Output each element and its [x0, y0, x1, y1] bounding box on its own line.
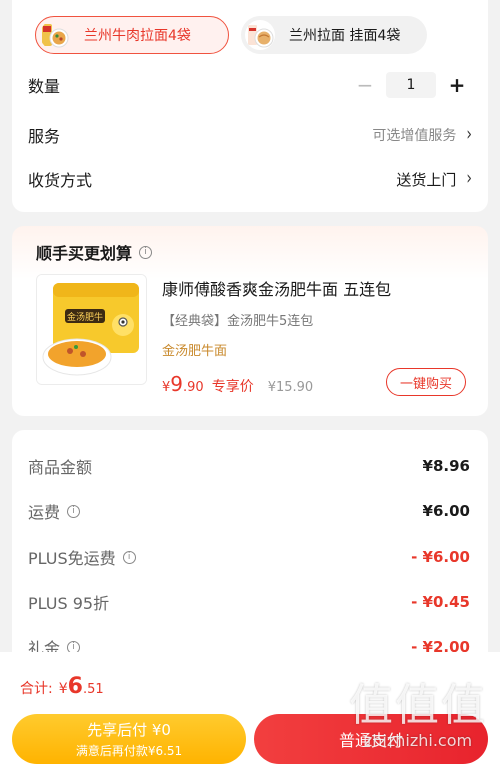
- fee-value: - ¥6.00: [411, 548, 470, 566]
- product-image[interactable]: 金汤肥牛: [36, 274, 147, 385]
- service-row[interactable]: 服务 可选增值服务 ›: [28, 123, 472, 147]
- options-card: 兰州牛肉拉面4袋 兰州拉面 挂面4袋 数量 − 1 + 服务 可选增值服务 ›: [12, 0, 488, 212]
- quantity-value[interactable]: 1: [386, 72, 436, 98]
- quantity-row: 数量 − 1 +: [28, 70, 472, 100]
- delivery-value: 送货上门: [396, 170, 457, 189]
- fee-row: PLUS免运费 i - ¥6.00: [28, 545, 470, 569]
- product-subtitle: 【经典袋】金汤肥牛5连包: [162, 314, 314, 329]
- variant-chip-beef-noodle[interactable]: 兰州牛肉拉面4袋: [35, 16, 229, 54]
- total-currency: ¥: [58, 681, 68, 697]
- watermark-url: zhizhizhi.com: [363, 731, 473, 750]
- fee-label: 商品金额: [28, 458, 93, 477]
- quantity-label: 数量: [28, 77, 61, 96]
- price-tag: 专享价: [211, 379, 254, 395]
- pay-later-label: 先享后付 ¥0: [87, 721, 171, 739]
- plus-button[interactable]: +: [442, 75, 472, 95]
- info-icon[interactable]: i: [122, 550, 136, 564]
- fee-row: PLUS 95折 - ¥0.45: [28, 590, 470, 614]
- fee-label: PLUS免运费: [28, 549, 116, 568]
- original-price: ¥15.90: [267, 380, 314, 395]
- chevron-right-icon: ›: [466, 168, 472, 190]
- section-title: 顺手买更划算 i: [36, 240, 153, 264]
- price-currency: ¥: [162, 380, 171, 395]
- total-decimal: .51: [82, 682, 104, 697]
- variant-label: 兰州牛肉拉面4袋: [84, 28, 191, 44]
- pay-later-button[interactable]: 先享后付 ¥0 满意后再付款¥6.51: [12, 714, 246, 764]
- fee-row: 运费 i ¥6.00: [28, 499, 470, 523]
- fee-value: ¥8.96: [422, 457, 470, 475]
- bundle-card: 顺手买更划算 i 金汤肥牛 康师傅酸香爽金汤肥牛面 五连包 【经典袋】金汤肥牛5…: [12, 226, 488, 416]
- package-text: 金汤肥牛: [67, 311, 103, 323]
- delivery-row[interactable]: 收货方式 送货上门 ›: [28, 167, 472, 191]
- quantity-stepper: − 1 +: [350, 72, 472, 98]
- product-variant: 金汤肥牛面: [162, 344, 228, 359]
- one-click-buy-button[interactable]: 一键购买: [386, 368, 466, 396]
- total-label: 合计:: [20, 681, 53, 697]
- variant-thumb-image: [245, 20, 275, 50]
- order-total: 合计: ¥ 6 .51: [20, 674, 104, 699]
- minus-button[interactable]: −: [350, 75, 380, 95]
- fee-card: 商品金额 ¥8.96 运费 i ¥6.00 PLUS免运费 i - ¥6.00 PL…: [12, 430, 488, 670]
- fee-row: 商品金额 ¥8.96: [28, 454, 470, 478]
- variant-chip-hanging-noodle[interactable]: 兰州拉面 挂面4袋: [241, 16, 427, 54]
- fee-label: 运费: [28, 503, 61, 522]
- service-label: 服务: [28, 127, 61, 146]
- fee-label: PLUS 95折: [28, 594, 110, 613]
- info-icon[interactable]: i: [139, 245, 153, 259]
- bundle-title: 顺手买更划算: [36, 244, 133, 263]
- info-icon[interactable]: i: [67, 504, 81, 518]
- total-integer: 6: [67, 674, 83, 699]
- watermark: 值值值 zhizhizhi.com: [338, 680, 498, 764]
- price-row: ¥ 9 .90 专享价 ¥15.90: [162, 372, 313, 396]
- variant-thumb-image: [40, 20, 70, 50]
- delivery-label: 收货方式: [28, 171, 93, 190]
- pay-later-sublabel: 满意后再付款¥6.51: [75, 744, 183, 758]
- price-decimal: .90: [183, 380, 204, 395]
- chevron-right-icon: ›: [466, 124, 472, 146]
- fee-value: ¥6.00: [422, 502, 470, 520]
- product-title[interactable]: 康师傅酸香爽金汤肥牛面 五连包: [162, 276, 391, 300]
- service-value: 可选增值服务: [372, 128, 457, 144]
- variant-label: 兰州拉面 挂面4袋: [289, 28, 401, 44]
- watermark-logo: 值值值: [349, 680, 487, 731]
- price-integer: 9: [170, 372, 184, 396]
- fee-value: - ¥0.45: [411, 593, 470, 611]
